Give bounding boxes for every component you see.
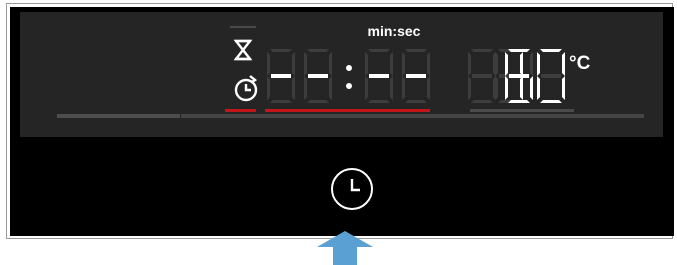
temperature-underline [470,109,574,112]
timer-icon-underline [225,109,256,112]
unit-label: min:sec [367,23,421,39]
time-active-underline [265,109,430,112]
time-digit-4 [402,49,430,103]
temperature-readout[interactable] [20,12,663,137]
control-panel: min:sec °C [10,7,674,236]
display-screen: min:sec °C [20,12,663,137]
temperature-unit: °C [569,53,591,74]
clock-button[interactable] [331,168,373,210]
temp-digit-off [468,49,496,103]
time-digit-1 [267,49,295,103]
time-readout[interactable] [20,12,663,137]
time-digit-2 [304,49,332,103]
temp-digit-0 [537,49,565,103]
time-digit-3 [365,49,393,103]
stopwatch-icon[interactable] [231,73,261,105]
up-arrow-icon [317,231,373,265]
clock-icon [350,179,360,192]
display-bottom-strip [181,114,644,118]
display-bottom-strip [57,114,180,118]
hourglass-icon[interactable] [228,25,258,69]
temp-digit-1 [495,49,523,103]
time-colon [346,65,352,89]
temp-digit-6 [505,49,533,103]
